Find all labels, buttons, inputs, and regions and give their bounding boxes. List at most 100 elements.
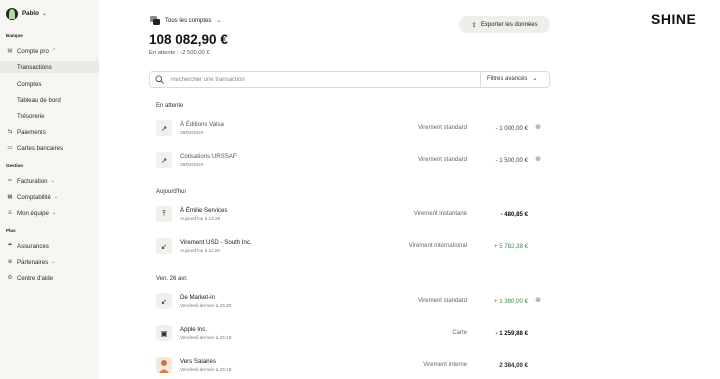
transaction-amount: + 5 782,38 € [493, 243, 528, 250]
attachment-icon[interactable]: ⊚ [534, 124, 542, 132]
accounts-icon [150, 16, 160, 25]
sidebar-item-label: Paiements [17, 128, 46, 136]
sidebar-item-centre-aide[interactable]: ⚙ Centre d'aide [0, 272, 99, 284]
transaction-row[interactable]: ⤒ À Émilie Services Aujourd'hui à 14:25 … [149, 201, 550, 227]
chevron-up-icon: ⌃ [51, 48, 57, 54]
calculator-icon: ▦ [7, 194, 13, 200]
transaction-type: Virement standard [418, 125, 467, 131]
transaction-date: Vendredi dernier à 15:20 [180, 303, 232, 308]
transaction-name: À Émilie Services [180, 207, 228, 214]
search-input[interactable] [171, 74, 471, 85]
company-switcher[interactable]: Pablo ⌄ [6, 7, 47, 20]
sidebar-item-cartes[interactable]: ▭ Cartes bancaires [0, 142, 99, 154]
transaction-amount: 2 384,00 € [499, 362, 528, 369]
transaction-name: Cotisations URSSAF [180, 153, 237, 160]
instant-transfer-icon: ⤒ [156, 206, 172, 222]
transaction-name: Virement USD - South Inc. [180, 239, 252, 246]
chevron-down-icon: ⌄ [53, 194, 59, 200]
group-title-friday: Ven. 26 avr. [156, 276, 188, 282]
pending-amount: En attente : -2 500,00 € [149, 50, 210, 56]
group-title-today: Aujourd'hui [156, 189, 186, 195]
transaction-date: Vendredi dernier à 15:18 [180, 367, 232, 372]
sidebar-item-transactions[interactable]: Transactions [0, 61, 99, 73]
sidebar-item-label: Mon équipe [17, 209, 49, 217]
help-icon: ⚙ [7, 275, 13, 281]
incoming-arrow-icon: ↙ [156, 293, 172, 309]
sidebar-item-comptabilite[interactable]: ▦ Comptabilité ⌄ [0, 191, 99, 203]
sidebar-item-label: Centre d'aide [17, 274, 54, 282]
transaction-name: De Market-in [180, 294, 215, 301]
sidebar-item-facturation[interactable]: ✂ Facturation ⌄ [0, 175, 99, 187]
transaction-row[interactable]: Vers Salaires Vendredi dernier à 15:18 V… [149, 352, 550, 378]
account-selector[interactable]: Tous les comptes ⌄ [150, 16, 221, 25]
card-payment-icon: ▣ [156, 325, 172, 341]
transaction-amount: - 1 000,00 € [495, 125, 528, 132]
attachment-icon[interactable]: ⊚ [534, 156, 542, 164]
transaction-date: 28/04/2024 [180, 130, 204, 135]
attachment-icon[interactable]: ⊚ [534, 297, 542, 305]
transaction-type: Virement international [408, 243, 467, 249]
transaction-date: Vendredi dernier à 15:19 [180, 335, 232, 340]
transaction-type: Virement standard [418, 298, 467, 304]
export-data-label: Exporter les données [480, 21, 538, 28]
transaction-type: Carte [452, 330, 467, 336]
group-title-pending: En attente [156, 103, 184, 109]
divider [480, 72, 481, 87]
sidebar-item-assurances[interactable]: ☂ Assurances [0, 240, 99, 252]
section-title-gestion: Gestion [6, 163, 24, 168]
transaction-row[interactable]: ↙ De Market-in Vendredi dernier à 15:20 … [149, 288, 550, 314]
transaction-date: Aujourd'hui à 14:25 [180, 216, 221, 221]
invoice-icon: ✂ [7, 178, 13, 184]
section-title-banque: Banque [6, 33, 23, 38]
transaction-date: 28/04/2024 [180, 162, 204, 167]
transaction-amount: - 1 259,88 € [495, 330, 528, 337]
outgoing-arrow-icon: ↗ [156, 120, 172, 136]
sidebar-item-partenaires[interactable]: ⊕ Partenaires ⌄ [0, 256, 99, 268]
sidebar-item-compte-pro[interactable]: ▤ Compte pro ⌃ [0, 45, 99, 57]
chevron-down-icon: ⌄ [51, 210, 57, 216]
sidebar-item-label: Partenaires [17, 258, 49, 266]
transaction-row[interactable]: ↙ Virement USD - South Inc. Aujourd'hui … [149, 233, 550, 259]
transaction-type: Virement interne [423, 362, 467, 368]
transfer-arrows-icon: ⇆ [7, 129, 13, 135]
total-balance: 108 082,90 € [149, 32, 228, 47]
user-icon: ♙ [7, 210, 13, 216]
outgoing-arrow-icon: ↗ [156, 152, 172, 168]
sidebar-item-tableau-de-bord[interactable]: Tableau de bord [0, 94, 99, 106]
shine-logo: SHINE [651, 11, 697, 27]
transaction-name: Vers Salaires [180, 358, 216, 365]
transaction-row[interactable]: ▣ Apple Inc. Vendredi dernier à 15:19 Ca… [149, 320, 550, 346]
transaction-name: À Éditions Valsa [180, 121, 224, 128]
incoming-arrow-icon: ↙ [156, 238, 172, 254]
transaction-amount: - 480,85 € [500, 211, 528, 218]
transaction-row[interactable]: ↗ Cotisations URSSAF 28/04/2024 Virement… [149, 147, 550, 173]
chevron-down-icon: ⌄ [532, 76, 538, 82]
sidebar-item-label: Assurances [17, 242, 49, 250]
sidebar-item-tresorerie[interactable]: Trésorerie [0, 110, 99, 122]
sidebar-item-label: Compte pro [17, 47, 49, 55]
chevron-down-icon: ⌄ [51, 259, 56, 265]
upload-icon: ⇪ [471, 21, 477, 29]
person-avatar-icon [156, 357, 172, 373]
sidebar-item-paiements[interactable]: ⇆ Paiements [0, 126, 99, 138]
umbrella-icon: ☂ [7, 243, 13, 249]
handshake-icon: ⊕ [7, 259, 13, 265]
advanced-filters-button[interactable]: Filtres avancés ⌄ [487, 75, 538, 83]
account-avatar-icon [156, 357, 172, 373]
sidebar: Pablo ⌄ Banque ▤ Compte pro ⌃ Transactio… [0, 0, 99, 379]
transaction-row[interactable]: ↗ À Éditions Valsa 28/04/2024 Virement s… [149, 115, 550, 141]
chevron-down-icon: ⌄ [41, 11, 47, 17]
sidebar-item-label: Cartes bancaires [17, 144, 64, 152]
company-avatar [6, 7, 18, 20]
advanced-filters-label: Filtres avancés [487, 75, 528, 82]
bank-card-icon: ▤ [7, 48, 13, 54]
sidebar-item-mon-equipe[interactable]: ♙ Mon équipe ⌄ [0, 207, 99, 219]
transaction-type: Virement standard [418, 157, 467, 163]
export-data-button[interactable]: ⇪ Exporter les données [459, 16, 550, 33]
chevron-down-icon: ⌄ [216, 18, 222, 24]
chevron-down-icon: ⌄ [50, 178, 55, 184]
transaction-name: Apple Inc. [180, 326, 208, 333]
sidebar-item-label: Comptabilité [17, 193, 51, 201]
sidebar-item-comptes[interactable]: Comptes [0, 78, 99, 90]
search-bar: Filtres avancés ⌄ [149, 71, 550, 88]
